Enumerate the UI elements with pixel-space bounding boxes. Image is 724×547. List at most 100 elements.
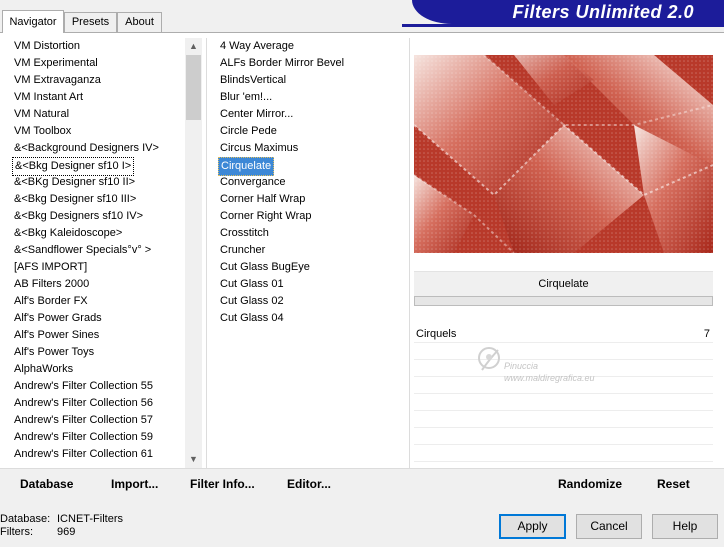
category-list-item[interactable]: Alf's Power Toys	[10, 344, 185, 361]
filter-list-item[interactable]: Circle Pede	[216, 123, 406, 140]
category-list-item[interactable]: VM Toolbox	[10, 123, 185, 140]
app-title: Filters Unlimited 2.0	[412, 0, 724, 24]
filter-item-label: Circle Pede	[220, 125, 277, 137]
randomize-button[interactable]: Randomize	[558, 469, 622, 500]
category-item-label: Alf's Border FX	[14, 295, 88, 307]
filter-list-item[interactable]: BlindsVertical	[216, 72, 406, 89]
filter-list-item[interactable]: Cruncher	[216, 242, 406, 259]
category-list-item[interactable]: &<Bkg Kaleidoscope>	[10, 225, 185, 242]
category-list-item[interactable]: Alf's Border FX	[10, 293, 185, 310]
filter-list[interactable]: 4 Way Average ALFs Border Mirror Bevel Bli…	[216, 38, 406, 468]
filter-list-item[interactable]: Crosstitch	[216, 225, 406, 242]
category-item-label: VM Extravaganza	[14, 74, 101, 86]
import-button[interactable]: Import...	[111, 469, 158, 500]
filter-item-label: ALFs Border Mirror Bevel	[220, 57, 345, 69]
filter-info-button[interactable]: Filter Info...	[190, 469, 255, 500]
filter-item-label: BlindsVertical	[220, 74, 287, 86]
filter-list-item[interactable]: Cirquelate	[216, 157, 406, 176]
category-scrollbar[interactable]: ▲ ▼	[185, 38, 202, 468]
category-list-item[interactable]: Alf's Power Grads	[10, 310, 185, 327]
category-list-item[interactable]: Andrew's Filter Collection 59	[10, 429, 185, 446]
filter-item-label: Cut Glass 01	[220, 278, 284, 290]
category-list-item[interactable]: &<Bkg Designer sf10 III>	[10, 191, 185, 208]
category-item-label: &<Sandflower Specials°v° >	[14, 244, 152, 256]
category-item-label: VM Instant Art	[14, 91, 84, 103]
preview-divider	[409, 38, 410, 468]
category-list-item[interactable]: VM Distortion	[10, 38, 185, 55]
category-list-item[interactable]: VM Natural	[10, 106, 185, 123]
apply-button[interactable]: Apply	[499, 514, 566, 539]
filter-list-item[interactable]: 4 Way Average	[216, 38, 406, 55]
category-list-item[interactable]: &<BKg Designer sf10 II>	[10, 174, 185, 191]
category-list-item[interactable]: &<Background Designers IV>	[10, 140, 185, 157]
filter-list-item[interactable]: Center Mirror...	[216, 106, 406, 123]
category-item-label: Andrew's Filter Collection 57	[14, 414, 154, 426]
param-value[interactable]: 7	[704, 326, 710, 343]
filter-list-item[interactable]: Cut Glass 04	[216, 310, 406, 327]
param-row-empty	[414, 394, 713, 411]
param-label: Cirquels	[416, 328, 457, 340]
category-list-item[interactable]: VM Experimental	[10, 55, 185, 72]
category-list-item[interactable]: AB Filters 2000	[10, 276, 185, 293]
category-list-item[interactable]: &<Bkg Designer sf10 I>	[10, 157, 185, 176]
scroll-thumb[interactable]	[186, 55, 201, 120]
filter-item-label: Cut Glass BugEye	[220, 261, 310, 273]
scroll-down-arrow-icon[interactable]: ▼	[185, 451, 202, 468]
tab-navigator[interactable]: Navigator	[2, 10, 64, 33]
category-item-label: Alf's Power Grads	[14, 312, 102, 324]
selected-filter-label: Cirquelate	[414, 271, 713, 296]
filter-list-item[interactable]: Circus Maximus	[216, 140, 406, 157]
filter-preview-image	[414, 55, 713, 253]
category-list-item[interactable]: Andrew's Filter Collection 57	[10, 412, 185, 429]
filter-item-label: 4 Way Average	[220, 40, 294, 52]
category-item-label: Alf's Power Toys	[14, 346, 95, 358]
scroll-up-arrow-icon[interactable]: ▲	[185, 38, 202, 55]
category-item-label: Andrew's Filter Collection 59	[14, 431, 154, 443]
category-item-label: AB Filters 2000	[14, 278, 90, 290]
filter-list-item[interactable]: Convergance	[216, 174, 406, 191]
category-item-label: &<Bkg Kaleidoscope>	[14, 227, 123, 239]
filter-list-item[interactable]: Cut Glass 01	[216, 276, 406, 293]
filter-list-item[interactable]: Cut Glass 02	[216, 293, 406, 310]
filter-list-item[interactable]: ALFs Border Mirror Bevel	[216, 55, 406, 72]
filter-item-label: Convergance	[220, 176, 286, 188]
category-list-item[interactable]: Andrew's Filter Collection 56	[10, 395, 185, 412]
category-list-item[interactable]: &<Sandflower Specials°v° >	[10, 242, 185, 259]
param-row-empty	[414, 411, 713, 428]
category-item-label: Andrew's Filter Collection 61	[14, 448, 154, 460]
category-list-item[interactable]: VM Extravaganza	[10, 72, 185, 89]
filter-list-item[interactable]: Corner Right Wrap	[216, 208, 406, 225]
status-database-value: ICNET-Filters	[57, 513, 123, 525]
filter-list-item[interactable]: Blur 'em!...	[216, 89, 406, 106]
filter-list-item[interactable]: Corner Half Wrap	[216, 191, 406, 208]
category-list-item[interactable]: VM Instant Art	[10, 89, 185, 106]
param-row-cirquels[interactable]: Cirquels 7	[414, 326, 713, 343]
category-list-item[interactable]: Andrew's Filter Collection 61	[10, 446, 185, 463]
category-list[interactable]: VM Distortion VM Experimental VM Extravaga…	[10, 38, 185, 468]
category-item-label: &<BKg Designer sf10 II>	[14, 176, 136, 188]
category-item-label: Andrew's Filter Collection 56	[14, 397, 154, 409]
status-filters-label: Filters:	[0, 526, 33, 538]
filter-list-item[interactable]: Cut Glass BugEye	[216, 259, 406, 276]
filter-item-label: Corner Right Wrap	[220, 210, 312, 222]
category-list-item[interactable]: Alf's Power Sines	[10, 327, 185, 344]
category-list-item[interactable]: [AFS IMPORT]	[10, 259, 185, 276]
title-underline	[402, 24, 724, 27]
tab-about[interactable]: About	[117, 12, 162, 33]
cancel-button[interactable]: Cancel	[576, 514, 642, 539]
category-list-item[interactable]: &<Bkg Designers sf10 IV>	[10, 208, 185, 225]
reset-button[interactable]: Reset	[657, 469, 690, 500]
filter-item-label: Crosstitch	[220, 227, 269, 239]
param-row-empty	[414, 377, 713, 394]
category-item-label: AlphaWorks	[14, 363, 74, 375]
category-item-label: VM Toolbox	[14, 125, 72, 137]
param-row-empty	[414, 360, 713, 377]
editor-button[interactable]: Editor...	[287, 469, 331, 500]
param-row-empty	[414, 428, 713, 445]
category-list-item[interactable]: Andrew's Filter Collection 55	[10, 378, 185, 395]
help-button[interactable]: Help	[652, 514, 718, 539]
tab-presets[interactable]: Presets	[64, 12, 117, 33]
database-button[interactable]: Database	[20, 469, 73, 500]
category-item-label: VM Experimental	[14, 57, 98, 69]
category-list-item[interactable]: AlphaWorks	[10, 361, 185, 378]
